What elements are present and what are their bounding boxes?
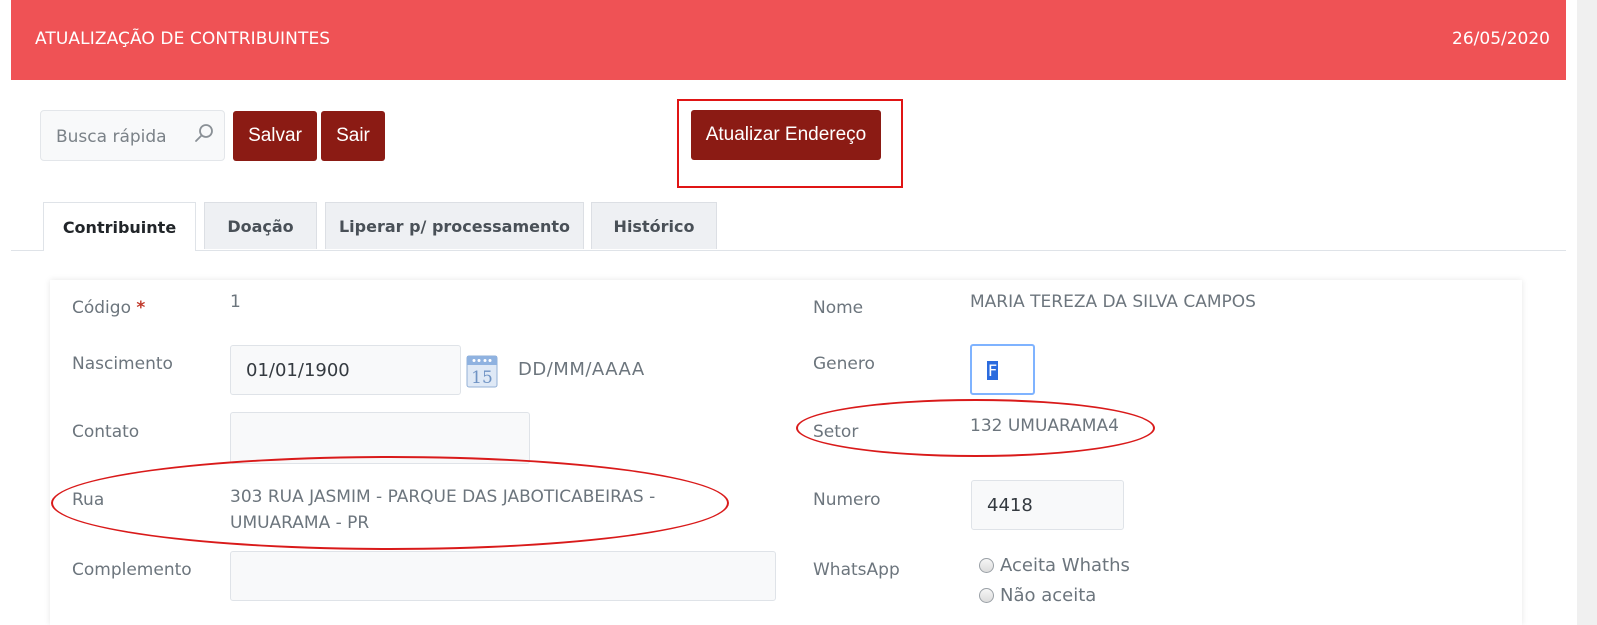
codigo-label: Código * xyxy=(72,298,146,318)
header-date: 26/05/2020 xyxy=(1452,29,1550,49)
app-header: ATUALIZAÇÃO DE CONTRIBUINTES 26/05/2020 xyxy=(11,0,1566,80)
exit-button[interactable]: Sair xyxy=(321,111,385,161)
app-page: ATUALIZAÇÃO DE CONTRIBUINTES 26/05/2020 … xyxy=(11,0,1566,625)
search-input[interactable] xyxy=(41,111,208,162)
annotation-highlight-box xyxy=(677,99,903,188)
complemento-label: Complemento xyxy=(72,560,192,580)
tab-bar: Contribuinte Doação Liperar p/ processam… xyxy=(11,202,1566,251)
tab-doacao[interactable]: Doação xyxy=(204,202,317,249)
calendar-icon[interactable]: 15 xyxy=(466,352,498,388)
setor-value: 132 UMUARAMA4 xyxy=(970,416,1119,436)
quick-search[interactable] xyxy=(40,110,225,162)
contato-field[interactable] xyxy=(230,412,530,464)
window-edge xyxy=(1577,0,1597,625)
page-title: ATUALIZAÇÃO DE CONTRIBUINTES xyxy=(35,29,331,49)
tab-liberar-processamento[interactable]: Liperar p/ processamento xyxy=(325,202,584,249)
rua-label: Rua xyxy=(72,490,105,510)
date-format-hint: DD/MM/AAAA xyxy=(518,359,645,380)
radio-aceita-whaths[interactable]: Aceita Whaths xyxy=(979,555,1130,576)
nascimento-field[interactable]: 01/01/1900 xyxy=(230,345,461,395)
nome-value: MARIA TEREZA DA SILVA CAMPOS xyxy=(970,292,1256,312)
contribuinte-form: Código * 1 Nascimento 01/01/1900 15 DD/M… xyxy=(50,280,1522,625)
setor-label: Setor xyxy=(813,422,859,442)
save-button[interactable]: Salvar xyxy=(233,111,317,161)
tab-historico[interactable]: Histórico xyxy=(591,202,717,249)
genero-label: Genero xyxy=(813,354,875,374)
calendar-day: 15 xyxy=(471,368,493,388)
complemento-field[interactable] xyxy=(230,551,776,601)
genero-field[interactable]: F xyxy=(970,344,1035,395)
contato-label: Contato xyxy=(72,422,140,442)
nome-label: Nome xyxy=(813,298,864,318)
radio-button[interactable] xyxy=(979,588,994,603)
codigo-value: 1 xyxy=(230,292,241,312)
genero-value: F xyxy=(987,361,999,380)
search-icon[interactable] xyxy=(193,123,215,145)
numero-label: Numero xyxy=(813,490,881,510)
rua-value: 303 RUA JASMIM - PARQUE DAS JABOTICABEIR… xyxy=(230,487,656,533)
radio-button[interactable] xyxy=(979,558,994,573)
nascimento-label: Nascimento xyxy=(72,354,173,374)
whatsapp-label: WhatsApp xyxy=(813,560,900,580)
radio-nao-aceita[interactable]: Não aceita xyxy=(979,585,1096,606)
numero-field[interactable]: 4418 xyxy=(971,480,1124,530)
tab-contribuinte[interactable]: Contribuinte xyxy=(43,202,196,251)
